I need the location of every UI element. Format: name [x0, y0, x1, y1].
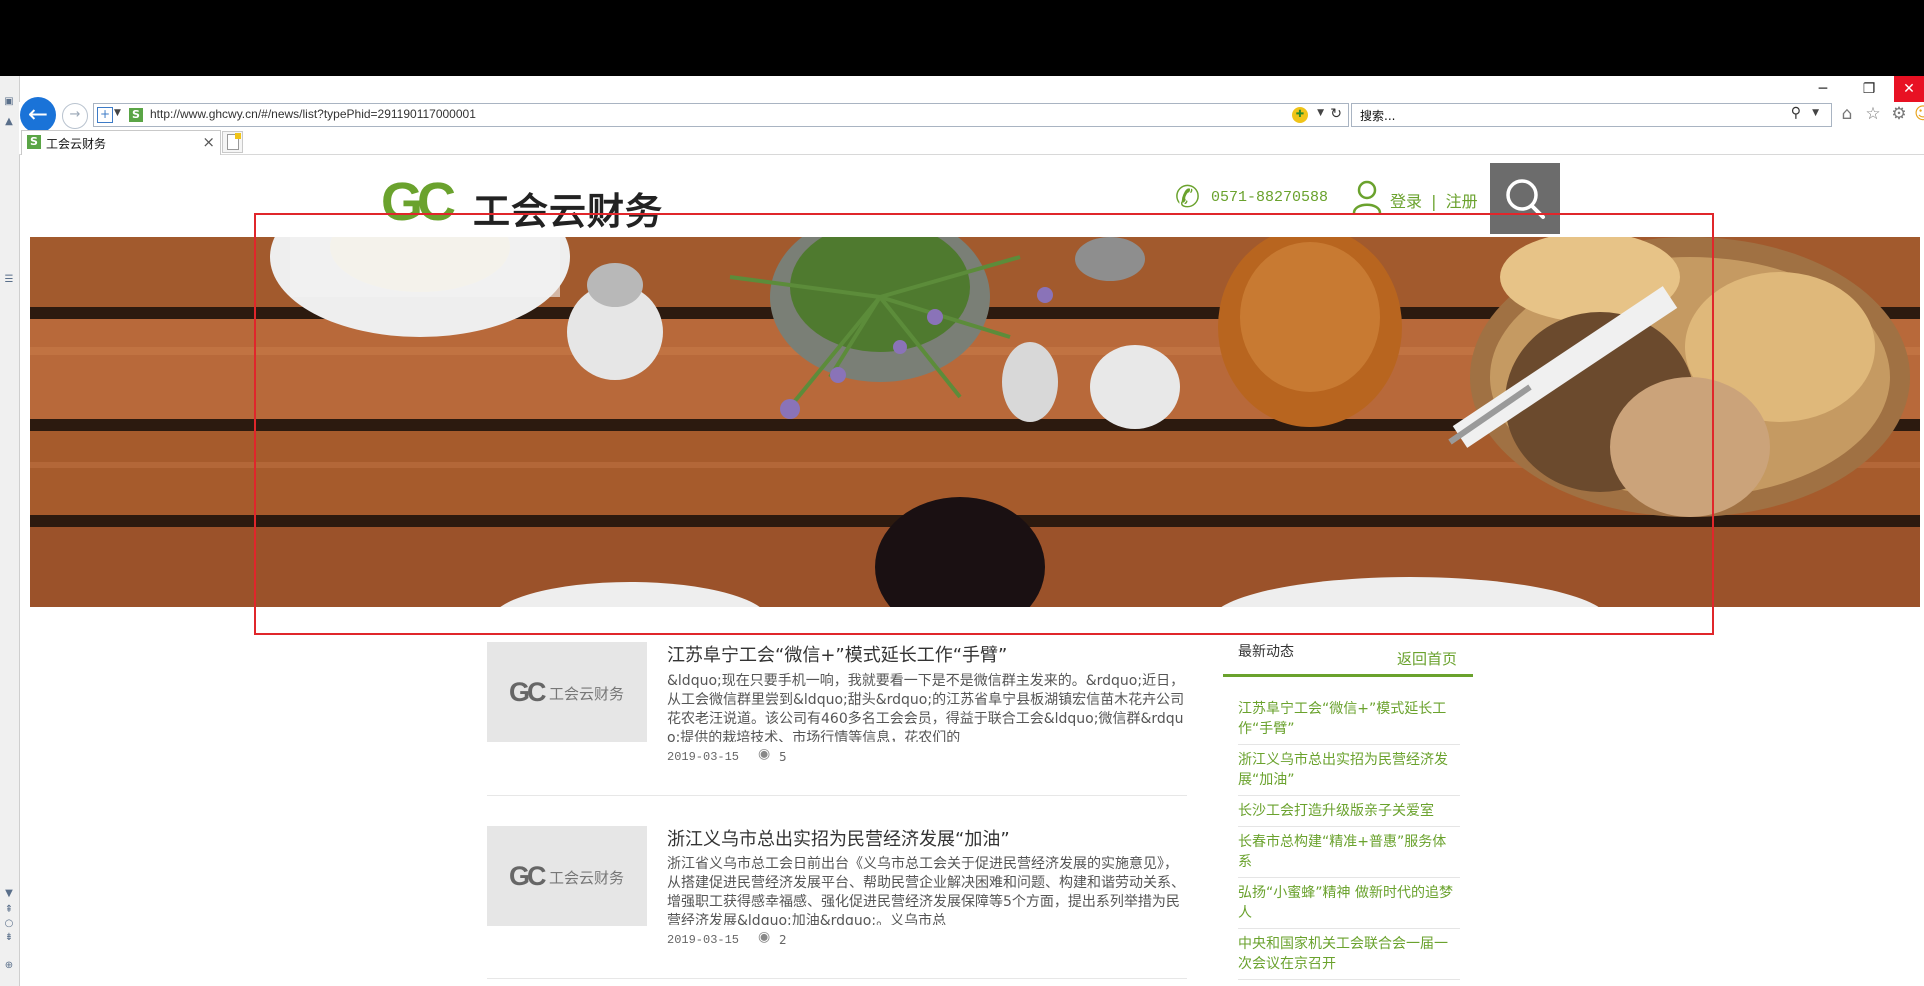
- black-top-region: [0, 0, 1924, 76]
- thumbnail-logo-text: 工会云财务: [549, 869, 625, 887]
- highlight-rectangle: [254, 213, 1714, 635]
- search-icon[interactable]: ⚲: [1791, 105, 1801, 121]
- user-icon: [1352, 180, 1382, 214]
- sidebar-news-link[interactable]: 浙江义乌市总出实招为民营经济发展“加油”: [1238, 750, 1460, 796]
- chevron-down-icon[interactable]: ▼: [1317, 108, 1324, 118]
- add-site-icon[interactable]: +: [97, 107, 113, 123]
- new-tab-button[interactable]: [222, 131, 243, 153]
- minimize-button[interactable]: ─: [1800, 76, 1846, 103]
- return-home-link[interactable]: 返回首页: [1397, 648, 1457, 669]
- site-favicon: S: [129, 108, 143, 122]
- divider: [487, 795, 1187, 796]
- phone-number: 0571-88270588: [1211, 189, 1329, 206]
- search-placeholder: 搜索...: [1360, 109, 1396, 123]
- sidebar-news-link[interactable]: 中央和国家机关工会联合会一届一次会议在京召开: [1238, 934, 1460, 980]
- compatibility-icon[interactable]: ✚: [1292, 107, 1308, 123]
- thumbnail-logo-mark: GC: [509, 861, 546, 891]
- search-input[interactable]: 搜索... ⚲ ▼: [1351, 103, 1832, 127]
- chevron-down-icon[interactable]: ▼: [114, 108, 121, 118]
- sidebar-title: 最新动态: [1238, 644, 1294, 660]
- scroll-top-icon[interactable]: ⇞: [3, 904, 15, 916]
- thumbnail-logo-mark: GC: [509, 677, 546, 707]
- tab-favicon: S: [27, 135, 41, 149]
- tab-title: 工会云财务: [46, 137, 107, 151]
- favorites-star-icon[interactable]: ☆: [1863, 104, 1883, 124]
- dot-icon[interactable]: ○: [3, 918, 15, 930]
- sidebar-divider: [1223, 674, 1473, 677]
- close-window-button[interactable]: ✕: [1894, 76, 1924, 103]
- refresh-icon[interactable]: ↻: [1330, 106, 1342, 122]
- restore-button[interactable]: ❐: [1846, 76, 1892, 103]
- forward-arrow-icon: →: [69, 107, 81, 122]
- left-side-strip: ▣ ▲ ☰ ▼ ⇞ ○ ⇟ ⊕: [0, 76, 20, 986]
- sidebar-news-link[interactable]: 长沙工会打造升级版亲子关爱室: [1238, 801, 1460, 827]
- thumbnail-logo-text: 工会云财务: [549, 685, 625, 703]
- register-link[interactable]: 注册: [1446, 192, 1478, 211]
- news-date: 2019-03-15: [667, 750, 740, 764]
- news-summary: &ldquo;现在只要手机一响，我就要看一下是不是微信群主发来的。&rdquo;…: [667, 673, 1185, 742]
- news-thumbnail[interactable]: GC 工会云财务: [487, 642, 647, 742]
- scroll-bottom-icon[interactable]: ⇟: [3, 932, 15, 944]
- news-date: 2019-03-15: [667, 933, 740, 947]
- sidebar-news-link[interactable]: 江苏阜宁工会“微信+”模式延长工作“手臂”: [1238, 699, 1460, 745]
- tab-active[interactable]: S 工会云财务 ×: [21, 130, 221, 155]
- smiley-icon[interactable]: ☺: [1913, 104, 1924, 124]
- sidebar-news-link[interactable]: 长春市总构建“精准+普惠”服务体系: [1238, 832, 1460, 878]
- news-title[interactable]: 浙江义乌市总出实招为民营经济发展“加油”: [667, 825, 1010, 851]
- scroll-down-icon[interactable]: ▼: [3, 888, 15, 900]
- eye-icon: ◉: [758, 746, 771, 762]
- page-icon[interactable]: ▣: [3, 96, 15, 108]
- chevron-down-icon[interactable]: ▼: [1812, 108, 1819, 118]
- news-view-count: 2: [779, 933, 787, 947]
- news-thumbnail[interactable]: GC 工会云财务: [487, 826, 647, 926]
- scroll-up-icon[interactable]: ▲: [3, 116, 15, 128]
- menu-icon[interactable]: ☰: [3, 274, 15, 286]
- back-button[interactable]: ←: [20, 97, 56, 133]
- address-bar[interactable]: + ▼ S http://www.ghcwy.cn/#/news/list?ty…: [93, 103, 1349, 127]
- news-view-count: 5: [779, 750, 787, 764]
- news-summary: 浙江省义乌市总工会日前出台《义乌市总工会关于促进民营经济发展的实施意见》，从搭建…: [667, 856, 1185, 925]
- auth-divider: |: [1431, 192, 1437, 211]
- url-text[interactable]: http://www.ghcwy.cn/#/news/list?typePhid…: [150, 107, 476, 121]
- news-title[interactable]: 江苏阜宁工会“微信+”模式延长工作“手臂”: [667, 641, 1007, 667]
- divider: [487, 978, 1187, 979]
- tab-close-icon[interactable]: ×: [202, 133, 215, 151]
- sidebar-news-link[interactable]: 弘扬“小蜜蜂”精神 做新时代的追梦人: [1238, 883, 1460, 929]
- login-link[interactable]: 登录: [1390, 192, 1422, 211]
- forward-button[interactable]: →: [62, 103, 88, 129]
- phone-icon: ✆: [1175, 180, 1201, 215]
- home-icon[interactable]: ⌂: [1837, 104, 1857, 124]
- add-icon[interactable]: ⊕: [3, 960, 15, 972]
- auth-links: 登录 | 注册: [1390, 188, 1478, 212]
- eye-icon: ◉: [758, 929, 771, 945]
- gear-icon[interactable]: ⚙: [1889, 104, 1909, 124]
- tab-bar: [19, 130, 1924, 155]
- back-arrow-icon: ←: [27, 100, 49, 128]
